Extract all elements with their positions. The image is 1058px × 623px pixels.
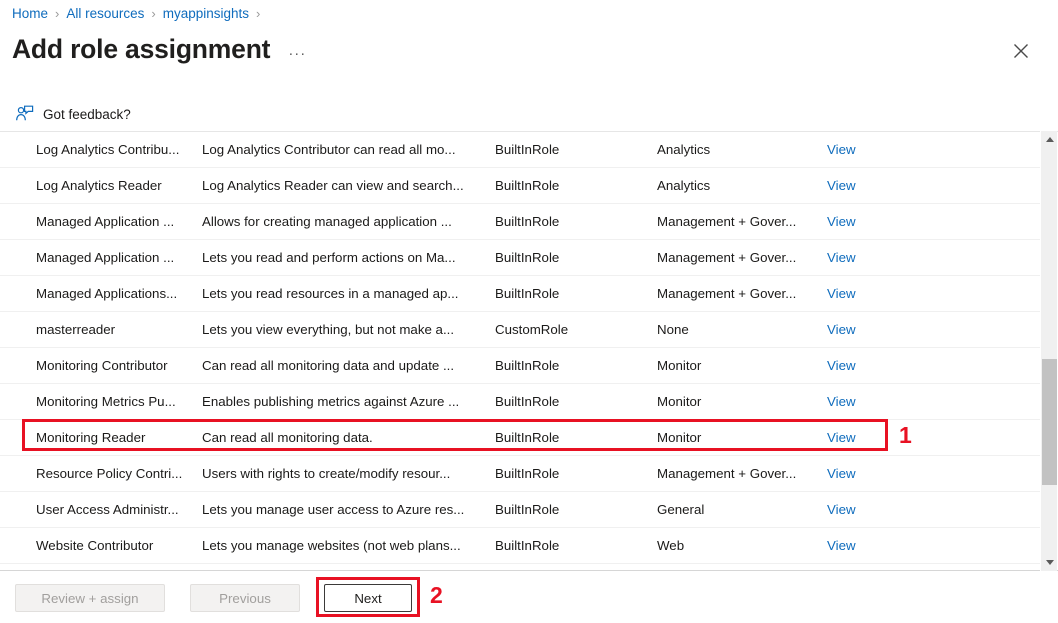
role-view-link[interactable]: View: [827, 286, 907, 301]
role-category-cell: Monitor: [657, 358, 822, 373]
role-type-cell: BuiltInRole: [495, 142, 650, 157]
role-description-cell: Log Analytics Contributor can read all m…: [202, 142, 492, 157]
role-category-cell: General: [657, 502, 822, 517]
role-name-cell: Website Contributor: [36, 538, 196, 553]
role-type-cell: BuiltInRole: [495, 466, 650, 481]
role-type-cell: BuiltInRole: [495, 538, 650, 553]
role-category-cell: Monitor: [657, 430, 822, 445]
role-name-cell: masterreader: [36, 322, 196, 337]
role-name-cell: Resource Policy Contri...: [36, 466, 196, 481]
breadcrumb-separator: ›: [55, 6, 59, 21]
role-category-cell: Management + Gover...: [657, 214, 822, 229]
role-name-cell: Monitoring Reader: [36, 430, 196, 445]
roles-table: Log Analytics Contribu... Log Analytics C…: [0, 131, 1058, 571]
role-description-cell: Users with rights to create/modify resou…: [202, 466, 492, 481]
role-category-cell: Analytics: [657, 142, 822, 157]
roles-table-body: Log Analytics Contribu... Log Analytics C…: [0, 132, 1040, 564]
role-type-cell: BuiltInRole: [495, 214, 650, 229]
role-category-cell: Monitor: [657, 394, 822, 409]
role-view-link[interactable]: View: [827, 430, 907, 445]
table-row[interactable]: Monitoring Contributor Can read all monit…: [0, 348, 1040, 384]
role-view-link[interactable]: View: [827, 250, 907, 265]
page-title: Add role assignment: [12, 32, 270, 66]
role-description-cell: Log Analytics Reader can view and search…: [202, 178, 492, 193]
role-name-cell: Monitoring Contributor: [36, 358, 196, 373]
breadcrumb-separator: ›: [151, 6, 155, 21]
breadcrumb-separator: ›: [256, 6, 260, 21]
table-row[interactable]: Monitoring Reader Can read all monitoring…: [0, 420, 1040, 456]
breadcrumb-item-home[interactable]: Home: [12, 6, 48, 21]
role-view-link[interactable]: View: [827, 322, 907, 337]
role-name-cell: Log Analytics Contribu...: [36, 142, 196, 157]
role-name-cell: Managed Applications...: [36, 286, 196, 301]
role-type-cell: BuiltInRole: [495, 358, 650, 373]
got-feedback-label: Got feedback?: [43, 107, 131, 122]
role-description-cell: Lets you manage websites (not web plans.…: [202, 538, 492, 553]
next-button[interactable]: Next: [324, 584, 412, 612]
role-type-cell: BuiltInRole: [495, 286, 650, 301]
breadcrumb: Home › All resources › myappinsights ›: [12, 3, 267, 23]
role-description-cell: Lets you manage user access to Azure res…: [202, 502, 492, 517]
title-row: Add role assignment ···: [12, 32, 306, 66]
role-description-cell: Can read all monitoring data and update …: [202, 358, 492, 373]
role-type-cell: BuiltInRole: [495, 250, 650, 265]
breadcrumb-item-all-resources[interactable]: All resources: [66, 6, 144, 21]
table-row[interactable]: Managed Application ... Allows for creati…: [0, 204, 1040, 240]
more-options-button[interactable]: ···: [288, 37, 306, 62]
role-description-cell: Lets you read resources in a managed ap.…: [202, 286, 492, 301]
table-row[interactable]: User Access Administr... Lets you manage …: [0, 492, 1040, 528]
role-name-cell: User Access Administr...: [36, 502, 196, 517]
table-row[interactable]: masterreader Lets you view everything, bu…: [0, 312, 1040, 348]
role-name-cell: Monitoring Metrics Pu...: [36, 394, 196, 409]
table-row[interactable]: Monitoring Metrics Pu... Enables publishi…: [0, 384, 1040, 420]
role-name-cell: Log Analytics Reader: [36, 178, 196, 193]
role-type-cell: BuiltInRole: [495, 502, 650, 517]
role-type-cell: CustomRole: [495, 322, 650, 337]
role-category-cell: Web: [657, 538, 822, 553]
add-role-assignment-blade: Home › All resources › myappinsights › A…: [0, 0, 1058, 623]
review-assign-button[interactable]: Review + assign: [15, 584, 165, 612]
scrollbar-thumb[interactable]: [1042, 359, 1057, 485]
role-view-link[interactable]: View: [827, 538, 907, 553]
role-category-cell: Management + Gover...: [657, 286, 822, 301]
role-view-link[interactable]: View: [827, 178, 907, 193]
role-type-cell: BuiltInRole: [495, 394, 650, 409]
role-type-cell: BuiltInRole: [495, 430, 650, 445]
role-category-cell: Management + Gover...: [657, 466, 822, 481]
role-category-cell: Analytics: [657, 178, 822, 193]
table-row[interactable]: Managed Application ... Lets you read and…: [0, 240, 1040, 276]
role-view-link[interactable]: View: [827, 214, 907, 229]
table-row[interactable]: Website Contributor Lets you manage websi…: [0, 528, 1040, 564]
close-icon[interactable]: [1006, 36, 1036, 66]
role-view-link[interactable]: View: [827, 466, 907, 481]
role-description-cell: Allows for creating managed application …: [202, 214, 492, 229]
role-view-link[interactable]: View: [827, 358, 907, 373]
role-description-cell: Lets you read and perform actions on Ma.…: [202, 250, 492, 265]
footer-actions: Review + assign Previous Next: [0, 571, 1058, 623]
got-feedback-button[interactable]: Got feedback?: [14, 104, 131, 124]
role-category-cell: Management + Gover...: [657, 250, 822, 265]
role-category-cell: None: [657, 322, 822, 337]
role-name-cell: Managed Application ...: [36, 214, 196, 229]
role-view-link[interactable]: View: [827, 142, 907, 157]
table-scrollbar[interactable]: [1040, 131, 1057, 571]
feedback-person-icon: [14, 104, 34, 124]
scroll-down-arrow-icon[interactable]: [1041, 554, 1058, 571]
scroll-up-arrow-icon[interactable]: [1041, 131, 1058, 148]
table-row[interactable]: Resource Policy Contri... Users with righ…: [0, 456, 1040, 492]
role-view-link[interactable]: View: [827, 502, 907, 517]
role-name-cell: Managed Application ...: [36, 250, 196, 265]
table-row[interactable]: Log Analytics Reader Log Analytics Reader…: [0, 168, 1040, 204]
previous-button[interactable]: Previous: [190, 584, 300, 612]
role-view-link[interactable]: View: [827, 394, 907, 409]
breadcrumb-item-myappinsights[interactable]: myappinsights: [163, 6, 249, 21]
role-type-cell: BuiltInRole: [495, 178, 650, 193]
role-description-cell: Can read all monitoring data.: [202, 430, 492, 445]
role-description-cell: Enables publishing metrics against Azure…: [202, 394, 492, 409]
table-row[interactable]: Log Analytics Contribu... Log Analytics C…: [0, 132, 1040, 168]
role-description-cell: Lets you view everything, but not make a…: [202, 322, 492, 337]
table-row[interactable]: Managed Applications... Lets you read res…: [0, 276, 1040, 312]
